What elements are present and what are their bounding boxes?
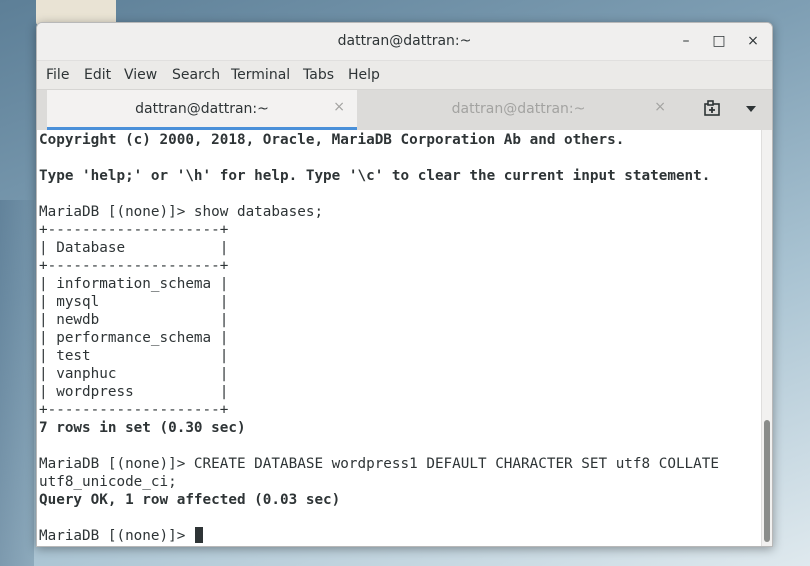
terminal-line: | test | [39,348,229,364]
terminal-line: utf8_unicode_ci; [39,474,177,490]
menu-file[interactable]: File [46,67,69,83]
window-title: dattran@dattran:~ [337,33,472,49]
tab-2-label: dattran@dattran:~ [451,101,586,117]
terminal-line: MariaDB [(none)]> show databases; [39,204,324,220]
terminal-scrollbar[interactable] [761,130,772,546]
close-button[interactable]: × [742,31,764,51]
menu-bar: File Edit View Search Terminal Tabs Help [37,61,772,90]
terminal-line: | vanphuc | [39,366,229,382]
desktop-background [0,200,34,566]
terminal-line: | information_schema | [39,276,229,292]
menu-help[interactable]: Help [348,67,380,83]
terminal-output[interactable]: Copyright (c) 2000, 2018, Oracle, MariaD… [37,130,761,546]
terminal-line: 7 rows in set (0.30 sec) [39,420,246,436]
tab-bar: dattran@dattran:~ × dattran@dattran:~ × [37,90,772,131]
terminal-line: | wordpress | [39,384,229,400]
title-bar[interactable]: dattran@dattran:~ – □ × [37,23,772,61]
terminal-line: Copyright (c) 2000, 2018, Oracle, MariaD… [39,132,625,148]
terminal-line: MariaDB [(none)]> CREATE DATABASE wordpr… [39,456,719,472]
terminal-line: | performance_schema | [39,330,229,346]
tab-2-close-icon[interactable]: × [654,99,666,115]
tab-2[interactable]: dattran@dattran:~ × [359,90,678,130]
text-cursor [194,527,203,543]
terminal-line: +--------------------+ [39,402,229,418]
terminal-line: | Database | [39,240,229,256]
tab-1[interactable]: dattran@dattran:~ × [47,90,357,130]
menu-search[interactable]: Search [172,67,220,83]
terminal-prompt-line: MariaDB [(none)]> [39,527,203,545]
terminal-prompt: MariaDB [(none)]> [39,528,194,544]
terminal-line: | mysql | [39,294,229,310]
terminal-line: Query OK, 1 row affected (0.03 sec) [39,492,341,508]
new-tab-icon[interactable] [703,99,723,119]
scrollbar-thumb[interactable] [764,420,770,542]
minimize-button[interactable]: – [675,31,697,51]
terminal-window: dattran@dattran:~ – □ × File Edit View S… [36,22,773,547]
tab-1-label: dattran@dattran:~ [135,101,269,117]
terminal-line: | newdb | [39,312,229,328]
terminal-line: Type 'help;' or '\h' for help. Type '\c'… [39,168,711,184]
menu-tabs[interactable]: Tabs [303,67,334,83]
menu-edit[interactable]: Edit [84,67,111,83]
maximize-button[interactable]: □ [708,31,730,51]
tabs-dropdown-chevron-icon[interactable] [746,106,756,112]
menu-terminal[interactable]: Terminal [231,67,290,83]
menu-view[interactable]: View [124,67,157,83]
terminal-line: +--------------------+ [39,258,229,274]
tab-1-close-icon[interactable]: × [333,99,345,115]
terminal-line: +--------------------+ [39,222,229,238]
